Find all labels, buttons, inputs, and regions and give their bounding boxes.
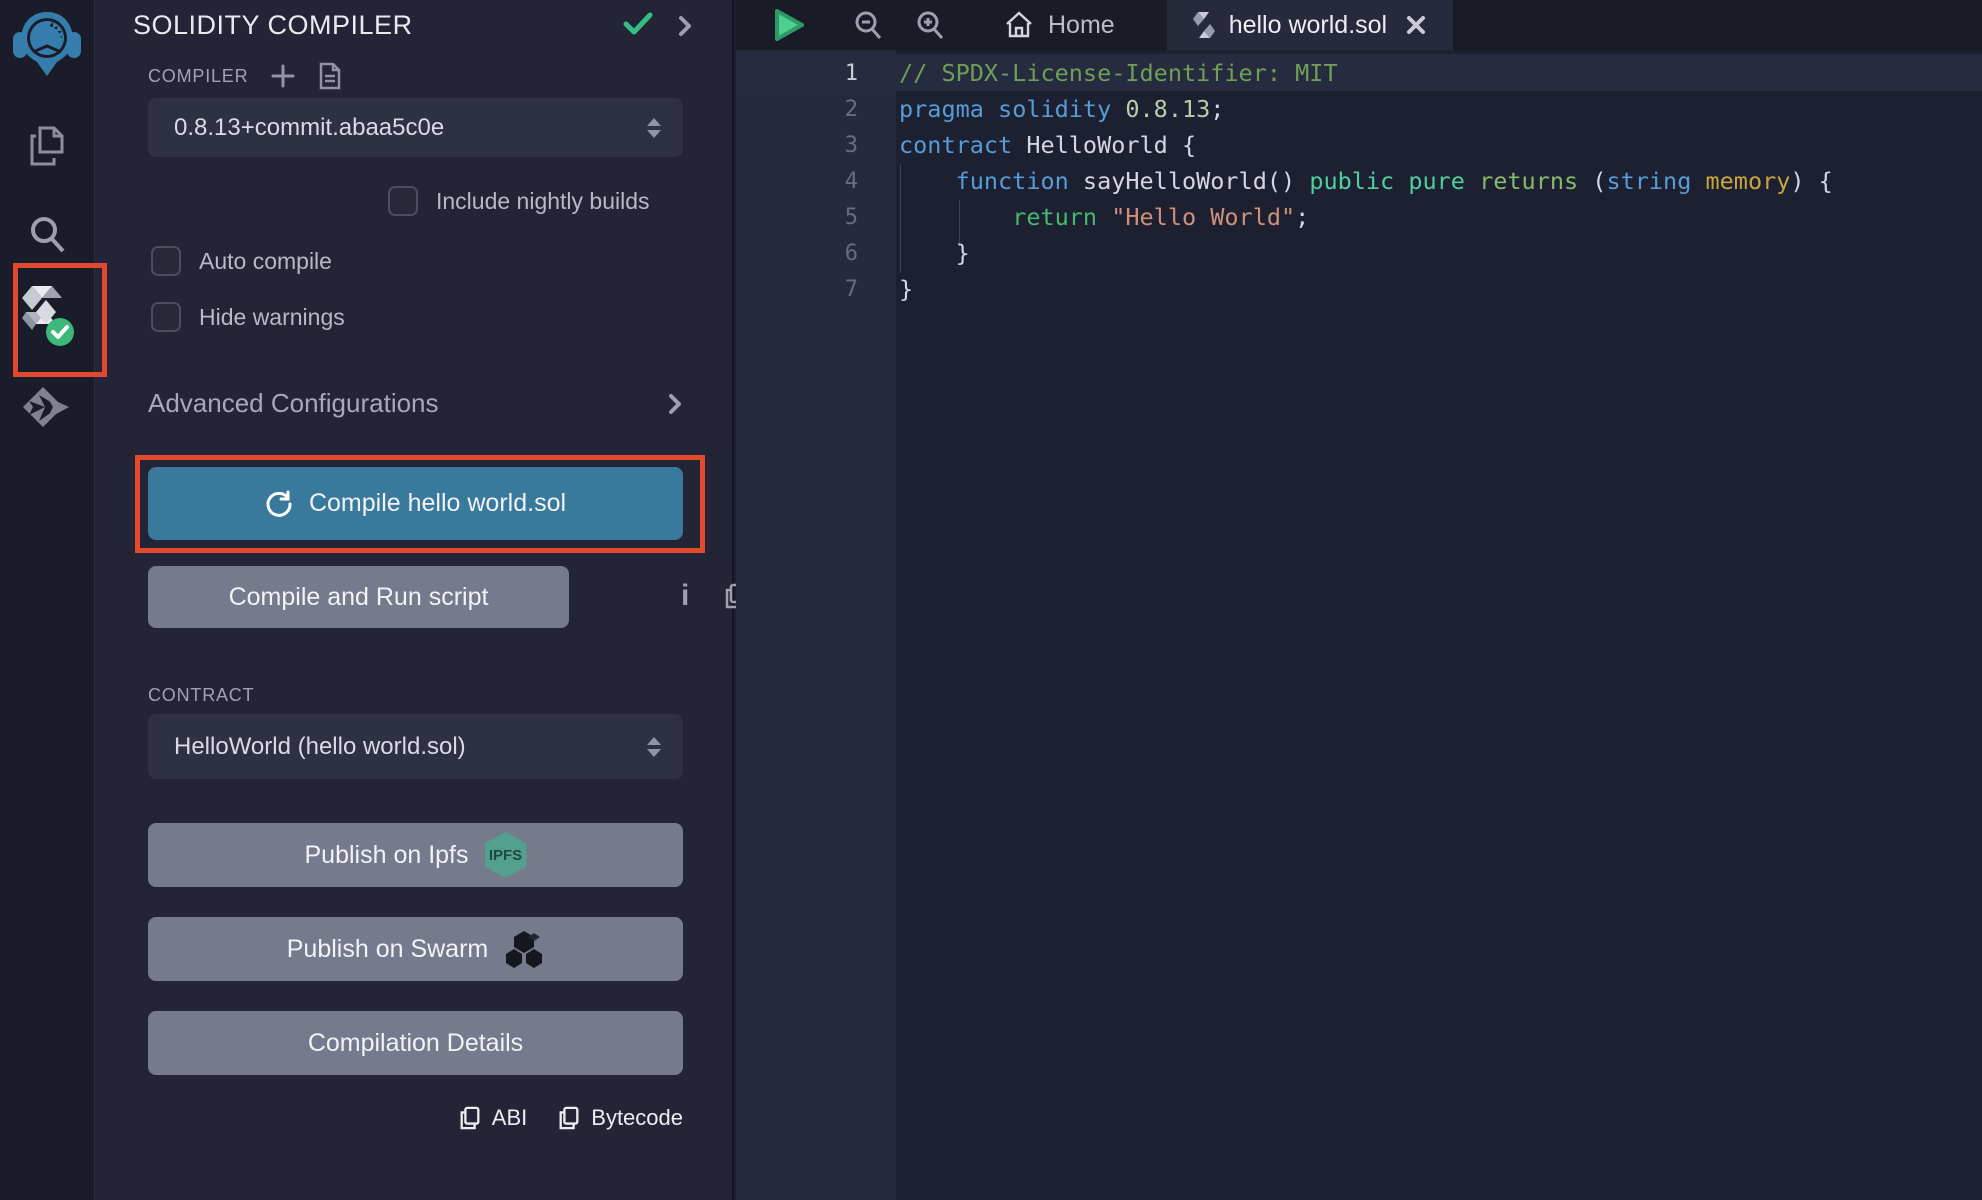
compile-and-run-button[interactable]: Compile and Run script (148, 566, 569, 628)
advanced-configurations-toggle[interactable]: Advanced Configurations (148, 388, 683, 419)
copy-bytecode-button[interactable]: Bytecode (557, 1105, 683, 1131)
panel-chevron-right-icon[interactable] (677, 14, 693, 38)
code-text: return "Hello World"; (899, 203, 1309, 231)
new-file-icon[interactable] (318, 62, 342, 90)
compiler-section-label: COMPILER (148, 66, 248, 87)
solidity-compiler-panel: SOLIDITY COMPILER COMPILER (95, 0, 734, 1200)
compile-button[interactable]: Compile hello world.sol (148, 467, 683, 540)
compiler-version-select[interactable]: 0.8.13+commit.abaa5c0e (148, 98, 683, 157)
copy-icon (458, 1105, 482, 1131)
remix-logo[interactable] (0, 8, 94, 80)
zoom-out-icon[interactable] (852, 0, 884, 50)
compile-and-run-label: Compile and Run script (229, 583, 489, 612)
line-number: 4 (736, 169, 858, 194)
line-number: 5 (736, 205, 858, 230)
tab-hello-world-sol[interactable]: hello world.sol (1167, 0, 1453, 50)
code-text: contract HelloWorld { (899, 131, 1196, 159)
code-line[interactable]: 1 // SPDX-License-Identifier: MIT (736, 55, 1982, 91)
publish-ipfs-label: Publish on Ipfs (305, 841, 469, 870)
code-line[interactable]: 5 return "Hello World"; (736, 199, 1982, 235)
contract-select-value: HelloWorld (hello world.sol) (174, 733, 466, 761)
code-text: function sayHelloWorld() public pure ret… (899, 167, 1833, 195)
copy-icon (557, 1105, 581, 1131)
code-text: } (899, 275, 913, 303)
code-line[interactable]: 7} (736, 271, 1982, 307)
remix-ide-app: SOLIDITY COMPILER COMPILER (0, 0, 1982, 1200)
activity-icon-bar (0, 0, 95, 1200)
swarm-icon (504, 929, 544, 969)
chevron-right-icon (667, 392, 683, 416)
zoom-in-icon[interactable] (914, 0, 946, 50)
publish-swarm-label: Publish on Swarm (287, 935, 488, 964)
publish-swarm-button[interactable]: Publish on Swarm (148, 917, 683, 981)
tab-home[interactable]: Home (978, 0, 1141, 50)
select-arrows-icon (647, 118, 661, 138)
code-line[interactable]: 4 function sayHelloWorld() public pure r… (736, 163, 1982, 199)
info-icon[interactable]: i (681, 581, 689, 611)
bytecode-label: Bytecode (591, 1105, 683, 1131)
tab-file-label: hello world.sol (1229, 11, 1387, 40)
line-number: 6 (736, 241, 858, 266)
contract-select[interactable]: HelloWorld (hello world.sol) (148, 714, 683, 779)
code-text: // SPDX-License-Identifier: MIT (899, 59, 1338, 87)
abi-label: ABI (492, 1105, 527, 1131)
tab-home-label: Home (1048, 11, 1115, 40)
code-line[interactable]: 6 } (736, 235, 1982, 271)
code-text: } (899, 239, 970, 267)
include-nightly-checkbox[interactable] (388, 186, 418, 216)
compilation-details-label: Compilation Details (308, 1029, 523, 1058)
code-line[interactable]: 3 contract HelloWorld { (736, 127, 1982, 163)
line-number: 7 (736, 277, 858, 302)
compile-status-check-icon (623, 12, 653, 36)
plus-icon[interactable] (270, 63, 296, 89)
editor-tab-bar: Home hello world.sol (736, 0, 1982, 50)
compiler-version-value: 0.8.13+commit.abaa5c0e (174, 114, 444, 142)
code-area[interactable]: 1 // SPDX-License-Identifier: MIT 2 pragma … (736, 50, 1982, 1200)
home-icon (1004, 10, 1034, 40)
compilation-details-button[interactable]: Compilation Details (148, 1011, 683, 1075)
advanced-configurations-label: Advanced Configurations (148, 388, 439, 419)
code-editor: Home hello world.sol (736, 0, 1982, 1200)
auto-compile-label: Auto compile (199, 248, 332, 275)
search-icon[interactable] (0, 212, 94, 256)
solidity-file-icon (1193, 10, 1215, 40)
play-icon[interactable] (772, 0, 806, 50)
solidity-compiler-icon[interactable] (0, 284, 94, 350)
auto-compile-checkbox[interactable] (151, 246, 181, 276)
include-nightly-label: Include nightly builds (436, 188, 650, 215)
file-explorer-icon[interactable] (0, 122, 94, 170)
code-text: pragma solidity 0.8.13; (899, 95, 1224, 123)
contract-section-label: CONTRACT (148, 685, 254, 706)
close-icon[interactable] (1405, 14, 1427, 36)
panel-title: SOLIDITY COMPILER (133, 10, 413, 41)
line-number: 3 (736, 133, 858, 158)
code-lines: 1 // SPDX-License-Identifier: MIT 2 pragma … (736, 55, 1982, 307)
hide-warnings-label: Hide warnings (199, 304, 345, 331)
select-arrows-icon (647, 737, 661, 757)
code-line[interactable]: 2 pragma solidity 0.8.13; (736, 91, 1982, 127)
copy-abi-button[interactable]: ABI (458, 1105, 527, 1131)
publish-ipfs-button[interactable]: Publish on Ipfs IPFS (148, 823, 683, 887)
hide-warnings-checkbox[interactable] (151, 302, 181, 332)
line-number: 1 (736, 61, 858, 86)
compile-button-label: Compile hello world.sol (309, 489, 566, 518)
deploy-run-icon[interactable] (0, 385, 94, 439)
ipfs-icon: IPFS (485, 832, 527, 878)
line-number: 2 (736, 97, 858, 122)
refresh-icon (265, 490, 293, 518)
